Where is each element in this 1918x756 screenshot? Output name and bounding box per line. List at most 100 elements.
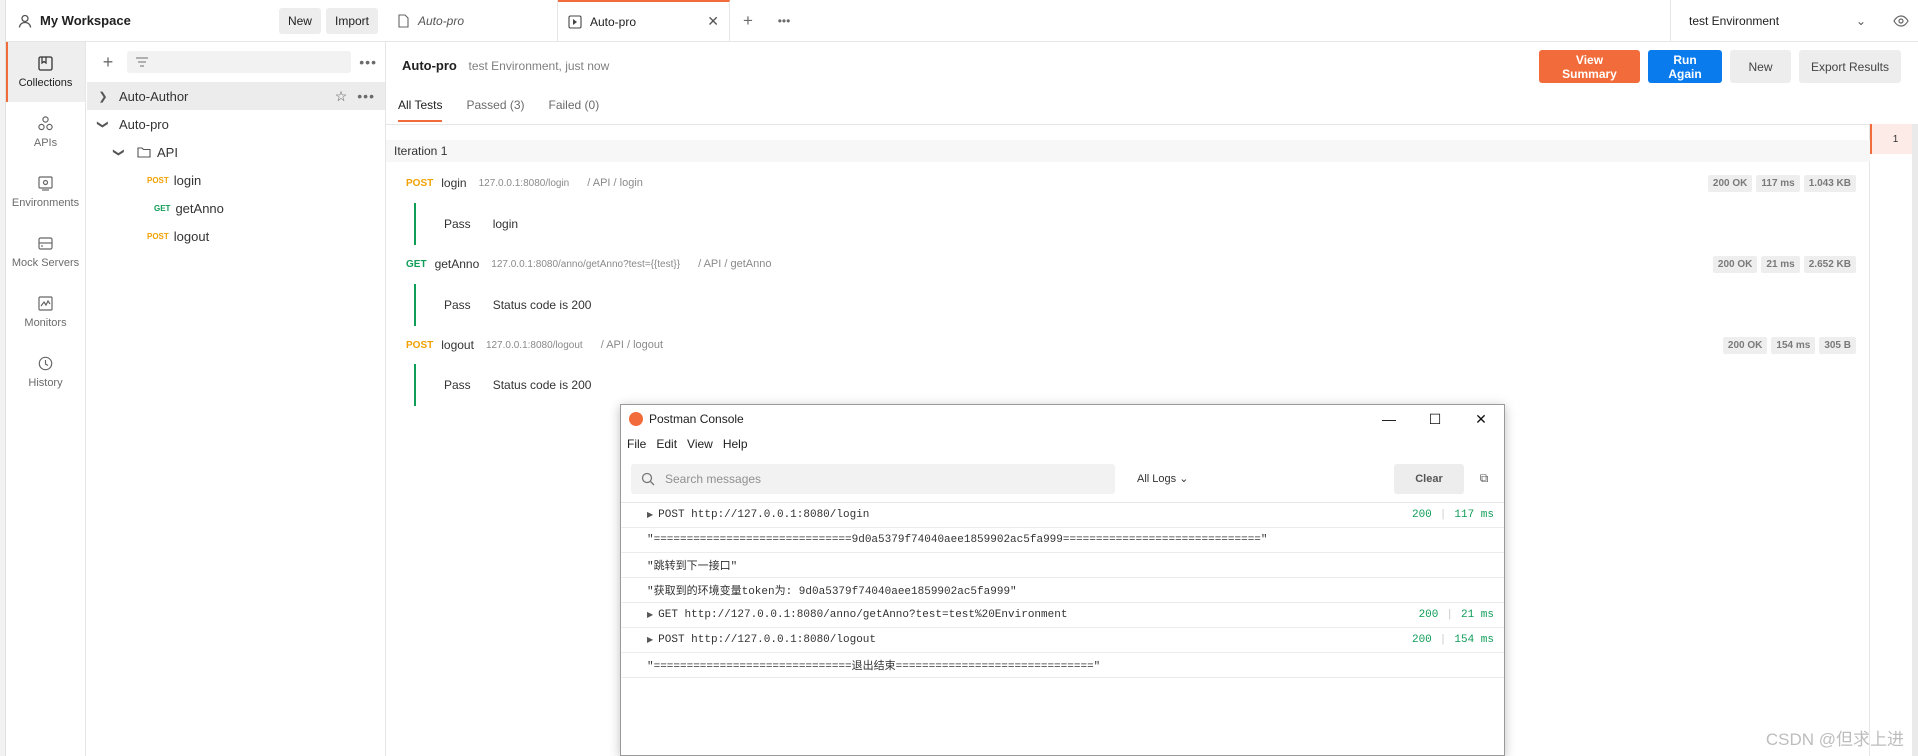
tree-item-request[interactable]: GET getAnno — [87, 194, 385, 222]
response-time: 117 ms — [1454, 509, 1494, 521]
tree-item-request[interactable]: POST login — [87, 166, 385, 194]
new-button[interactable]: New — [278, 7, 321, 34]
tree-item-request[interactable]: POST logout — [87, 222, 385, 250]
filter-input[interactable] — [127, 51, 352, 73]
status-badge: 200 OK — [1722, 336, 1768, 354]
tab-passed[interactable]: Passed (3) — [466, 94, 524, 122]
menu-help[interactable]: Help — [723, 437, 748, 451]
more-icon[interactable]: ••• — [359, 54, 377, 70]
runner-icon — [568, 14, 582, 29]
request-row[interactable]: GET getAnno 127.0.0.1:8080/anno/getAnno?… — [386, 252, 1856, 276]
rail-item-collections[interactable]: Collections — [6, 42, 85, 102]
tree-item-auto-pro[interactable]: ❯ Auto-pro — [87, 110, 385, 138]
tab-all-tests[interactable]: All Tests — [398, 94, 443, 122]
more-tabs-icon[interactable]: ••• — [766, 0, 802, 41]
left-rail: Collections APIs Environments Mock Serve… — [6, 42, 86, 756]
console-toolbar: Search messages All Logs ⌄ Clear ⧉ — [621, 455, 1504, 503]
request-stats: 200 OK 154 ms 305 B — [1719, 336, 1856, 354]
divider — [386, 124, 1870, 125]
chevron-down-icon[interactable]: ❯ — [113, 146, 126, 158]
console-title: Postman Console — [649, 412, 744, 426]
maximize-icon[interactable]: ☐ — [1412, 405, 1458, 433]
sidebar-toolbar: + ••• — [87, 42, 385, 82]
chevron-right-icon[interactable]: ❯ — [97, 90, 109, 103]
expand-triangle-icon[interactable]: ▶ — [647, 610, 653, 620]
request-url: 127.0.0.1:8080/login — [478, 177, 570, 189]
response-time: 21 ms — [1460, 609, 1494, 621]
response-time: 154 ms — [1454, 634, 1494, 646]
request-row[interactable]: POST logout 127.0.0.1:8080/logout / API … — [386, 333, 1856, 357]
rail-item-apis[interactable]: APIs — [6, 102, 85, 162]
workspace-bar: My Workspace New Import — [6, 0, 386, 42]
new-tab-icon[interactable]: + — [730, 0, 766, 41]
environment-select[interactable]: test Environment ⌄ — [1670, 0, 1884, 42]
close-icon[interactable]: ✕ — [707, 13, 719, 30]
expand-triangle-icon[interactable]: ▶ — [647, 635, 653, 645]
workspace-title[interactable]: My Workspace — [40, 13, 274, 28]
request-name: getAnno — [434, 257, 480, 271]
postman-console-window: Postman Console — ☐ ✕ File Edit View Hel… — [620, 404, 1505, 756]
test-name: Status code is 200 — [492, 378, 592, 392]
log-level-select[interactable]: All Logs ⌄ — [1137, 472, 1188, 485]
menu-view[interactable]: View — [687, 437, 713, 451]
star-icon[interactable]: ☆ — [335, 88, 348, 105]
new-run-button[interactable]: New — [1730, 50, 1791, 83]
search-icon — [641, 472, 655, 485]
export-results-button[interactable]: Export Results — [1799, 50, 1901, 83]
collection-label: Auto-pro — [119, 116, 169, 132]
user-icon — [18, 14, 32, 28]
test-result-row: Pass Status code is 200 — [414, 284, 1014, 326]
run-title: Auto-pro test Environment, just now — [402, 58, 609, 73]
monitors-icon — [38, 296, 53, 311]
iteration-number[interactable]: 1 — [1870, 124, 1918, 154]
scrollbar[interactable] — [1912, 124, 1918, 756]
history-icon — [38, 356, 53, 371]
watermark: CSDN @但求上进 — [1765, 730, 1904, 749]
console-request-row[interactable]: ▶ POST http://127.0.0.1:8080/login 200 | 1… — [621, 503, 1504, 528]
mock-servers-icon — [38, 237, 53, 250]
menu-edit[interactable]: Edit — [656, 437, 677, 451]
chevron-down-icon[interactable]: ❯ — [97, 118, 110, 130]
copy-icon[interactable]: ⧉ — [1474, 471, 1494, 486]
rail-item-environments[interactable]: Environments — [6, 162, 85, 222]
rail-label: Environments — [11, 197, 80, 209]
test-result-row: Pass login — [414, 203, 1014, 245]
console-text: "==============================9d0a5379f… — [647, 534, 1268, 546]
minimize-icon[interactable]: — — [1366, 405, 1412, 433]
tree-item-auto-author[interactable]: ❯ Auto-Author ☆ ••• — [87, 82, 385, 110]
iteration-strip: 1 — [1869, 124, 1918, 756]
filter-icon — [136, 57, 148, 67]
more-icon[interactable]: ••• — [357, 88, 375, 104]
tab-auto-pro-runner[interactable]: Auto-pro ✕ — [558, 0, 730, 41]
tab-label: Auto-pro — [590, 14, 637, 29]
eye-icon[interactable] — [1884, 0, 1918, 42]
console-status: 200 | 21 ms — [1418, 609, 1494, 621]
view-summary-button[interactable]: View Summary — [1539, 50, 1640, 83]
request-row[interactable]: POST login 127.0.0.1:8080/login / API / … — [386, 171, 1856, 195]
close-icon[interactable]: ✕ — [1458, 405, 1504, 433]
console-log-row: "==============================退出结束=====… — [621, 653, 1504, 678]
tab-failed[interactable]: Failed (0) — [549, 94, 600, 122]
console-log-row: "跳转到下一接口" — [621, 553, 1504, 578]
request-path: / API / login — [587, 177, 643, 189]
menu-file[interactable]: File — [627, 437, 646, 451]
console-request-row[interactable]: ▶ POST http://127.0.0.1:8080/logout 200 |… — [621, 628, 1504, 653]
plus-icon[interactable]: + — [97, 52, 119, 73]
console-request-row[interactable]: ▶ GET http://127.0.0.1:8080/anno/getAnno… — [621, 603, 1504, 628]
expand-triangle-icon[interactable]: ▶ — [647, 510, 653, 520]
import-button[interactable]: Import — [325, 7, 378, 34]
run-again-button[interactable]: Run Again — [1648, 50, 1722, 83]
document-icon — [398, 13, 409, 28]
rail-item-history[interactable]: History — [6, 342, 85, 402]
search-input[interactable]: Search messages — [631, 463, 1115, 494]
console-titlebar[interactable]: Postman Console — ☐ ✕ — [621, 405, 1504, 433]
clear-button[interactable]: Clear — [1394, 463, 1464, 494]
request-url: 127.0.0.1:8080/logout — [485, 339, 583, 351]
method-badge: GET — [406, 258, 427, 270]
tree-item-api-folder[interactable]: ❯ API — [87, 138, 385, 166]
tab-auto-pro[interactable]: Auto-pro — [386, 0, 558, 41]
console-text: "跳转到下一接口" — [647, 561, 738, 573]
result-tabs: All Tests Passed (3) Failed (0) — [386, 94, 623, 124]
rail-item-mock-servers[interactable]: Mock Servers — [6, 222, 85, 282]
rail-item-monitors[interactable]: Monitors — [6, 282, 85, 342]
